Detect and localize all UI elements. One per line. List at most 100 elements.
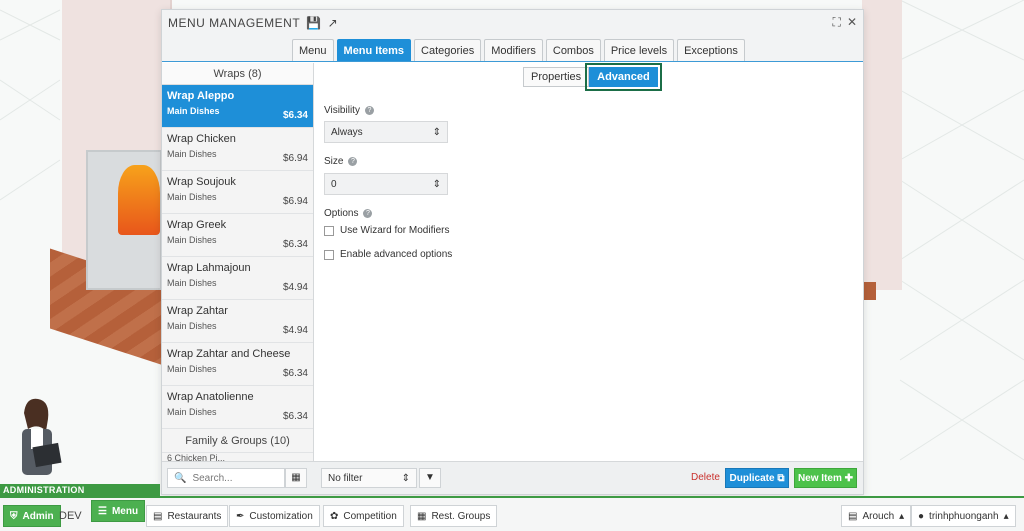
modal-header: MENU MANAGEMENT 💾 ↗ ⛶ ✕ Menu Menu Items … bbox=[162, 10, 863, 62]
admin-button[interactable]: ⛨ Admin bbox=[3, 505, 61, 527]
checkbox-icon[interactable] bbox=[324, 225, 334, 236]
subtab-properties[interactable]: Properties bbox=[523, 67, 590, 87]
caret-up-icon: ▴ bbox=[1003, 510, 1009, 522]
admin-label: Admin bbox=[22, 510, 54, 522]
select-arrows-icon: ⇕ bbox=[432, 178, 441, 190]
rest-groups-button[interactable]: ▦ Rest. Groups bbox=[410, 505, 498, 527]
list-item[interactable]: Wrap Aleppo Main Dishes $6.34 bbox=[162, 85, 313, 128]
restaurants-button[interactable]: ▤ Restaurants bbox=[146, 505, 229, 527]
filter-select[interactable]: No filter ⇕ bbox=[321, 468, 417, 488]
group-header-wraps[interactable]: Wraps (8) bbox=[162, 63, 313, 85]
modal-title: MENU MANAGEMENT 💾 ↗ bbox=[168, 16, 338, 30]
item-name: Wrap Greek bbox=[167, 219, 227, 231]
visibility-value: Always bbox=[331, 126, 363, 138]
search-input[interactable]: 🔍 Search... bbox=[167, 468, 285, 488]
list-item[interactable]: Wrap Lahmajoun Main Dishes $4.94 bbox=[162, 257, 313, 300]
trophy-icon: ✿ bbox=[330, 510, 339, 522]
help-icon[interactable]: ? bbox=[364, 106, 374, 115]
item-price: $4.94 bbox=[282, 325, 308, 336]
close-icon[interactable]: ✕ bbox=[847, 15, 857, 30]
size-select[interactable]: 0 ⇕ bbox=[324, 173, 448, 195]
menu-label: Menu bbox=[111, 505, 139, 517]
options-label: Options ? bbox=[324, 208, 373, 219]
wizard-modifiers-checkbox[interactable]: Use Wizard for Modifiers bbox=[324, 225, 449, 236]
store-icon: ▤ bbox=[848, 510, 858, 522]
menu-button[interactable]: ☰ Menu bbox=[91, 500, 146, 522]
fire-icon bbox=[118, 165, 160, 235]
options-label-text: Options bbox=[324, 208, 359, 219]
item-name: Wrap Chicken bbox=[167, 133, 236, 145]
item-name: Wrap Anatolienne bbox=[167, 391, 254, 403]
list-item[interactable]: Wrap Chicken Main Dishes $6.94 bbox=[162, 128, 313, 171]
expand-icon[interactable]: ⛶ bbox=[833, 15, 841, 30]
location-label: Arouch bbox=[862, 510, 895, 522]
user-icon: ● bbox=[918, 510, 925, 522]
group-header-family[interactable]: Family & Groups (10) bbox=[162, 429, 313, 453]
detail-subtabs: Properties Advanced bbox=[523, 63, 662, 91]
item-name: Wrap Soujouk bbox=[167, 176, 236, 188]
item-price: $6.94 bbox=[282, 196, 308, 207]
subtab-advanced[interactable]: Advanced bbox=[585, 63, 662, 91]
grid-view-button[interactable]: ▦ bbox=[285, 468, 307, 488]
administration-label: ADMINISTRATION bbox=[0, 484, 160, 496]
tab-price-levels[interactable]: Price levels bbox=[603, 39, 675, 61]
user-dropdown[interactable]: ● trinhphuonganh ▴ bbox=[911, 505, 1016, 527]
visibility-label-text: Visibility bbox=[324, 105, 360, 116]
advanced-options-checkbox[interactable]: Enable advanced options bbox=[324, 249, 452, 260]
select-arrows-icon: ⇕ bbox=[432, 126, 441, 138]
delete-button[interactable]: Delete bbox=[691, 472, 720, 483]
external-link-icon[interactable]: ↗ bbox=[328, 16, 339, 30]
shield-icon: ⛨ bbox=[10, 510, 18, 522]
restaurants-label: Restaurants bbox=[167, 510, 222, 522]
item-price: $6.34 bbox=[282, 368, 308, 379]
list-item[interactable]: Wrap Anatolienne Main Dishes $6.34 bbox=[162, 386, 313, 429]
tab-menu[interactable]: Menu bbox=[292, 39, 334, 61]
duplicate-label: Duplicate bbox=[729, 473, 775, 484]
user-label: trinhphuonganh bbox=[929, 510, 999, 522]
filter-value: No filter bbox=[328, 472, 363, 484]
checkbox-icon[interactable] bbox=[324, 249, 334, 260]
item-price: $6.34 bbox=[282, 239, 308, 250]
new-item-label: New Item bbox=[797, 473, 842, 484]
customization-button[interactable]: ✒ Customization bbox=[229, 505, 320, 527]
list-item[interactable]: Wrap Greek Main Dishes $6.34 bbox=[162, 214, 313, 257]
search-placeholder: Search... bbox=[192, 472, 233, 484]
filter-button[interactable]: ▼ bbox=[419, 468, 441, 488]
caret-up-icon: ▴ bbox=[899, 510, 905, 522]
plus-icon: ✚ bbox=[844, 473, 854, 484]
modal-title-text: MENU MANAGEMENT bbox=[168, 16, 301, 30]
size-label: Size ? bbox=[324, 156, 358, 167]
item-name: Wrap Zahtar and Cheese bbox=[167, 348, 291, 360]
help-icon[interactable]: ? bbox=[363, 209, 373, 218]
rest-groups-label: Rest. Groups bbox=[431, 510, 491, 522]
help-icon[interactable]: ? bbox=[348, 157, 358, 166]
item-name: Wrap Aleppo bbox=[167, 90, 235, 102]
modal-tabs: Menu Menu Items Categories Modifiers Com… bbox=[292, 39, 745, 61]
duplicate-button[interactable]: Duplicate ⧉ bbox=[725, 468, 789, 488]
item-price: $4.94 bbox=[282, 282, 308, 293]
tab-categories[interactable]: Categories bbox=[414, 39, 482, 61]
grid-icon: ▦ bbox=[291, 472, 301, 483]
visibility-select[interactable]: Always ⇕ bbox=[324, 121, 448, 143]
funnel-icon: ▼ bbox=[425, 472, 435, 483]
item-price: $6.34 bbox=[282, 411, 308, 422]
new-item-button[interactable]: New Item ✚ bbox=[794, 468, 857, 488]
size-value: 0 bbox=[331, 178, 337, 190]
assistant-avatar bbox=[22, 398, 62, 475]
modal-footer: 🔍 Search... ▦ No filter ⇕ ▼ Delete Dupli… bbox=[162, 461, 863, 494]
tab-combos[interactable]: Combos bbox=[545, 39, 601, 61]
save-icon[interactable]: 💾 bbox=[306, 16, 321, 30]
admin-toolbar: ⛨ Admin DEV ☰ Menu ▤ Restaurants ✒ Custo… bbox=[0, 496, 1024, 531]
item-price: $6.34 bbox=[282, 110, 308, 121]
location-dropdown[interactable]: ▤ Arouch ▴ bbox=[841, 505, 912, 527]
list-item[interactable]: Wrap Soujouk Main Dishes $6.94 bbox=[162, 171, 313, 214]
tab-modifiers[interactable]: Modifiers bbox=[484, 39, 543, 61]
environment-label: DEV bbox=[59, 510, 82, 522]
tab-exceptions[interactable]: Exceptions bbox=[677, 39, 745, 61]
list-item[interactable]: Wrap Zahtar Main Dishes $4.94 bbox=[162, 300, 313, 343]
menu-item-list: Wraps (8) Wrap Aleppo Main Dishes $6.34 … bbox=[162, 63, 314, 463]
wizard-modifiers-label: Use Wizard for Modifiers bbox=[340, 225, 450, 236]
competition-button[interactable]: ✿ Competition bbox=[323, 505, 404, 527]
tab-menu-items[interactable]: Menu Items bbox=[336, 39, 412, 61]
list-item[interactable]: Wrap Zahtar and Cheese Main Dishes $6.34 bbox=[162, 343, 313, 386]
